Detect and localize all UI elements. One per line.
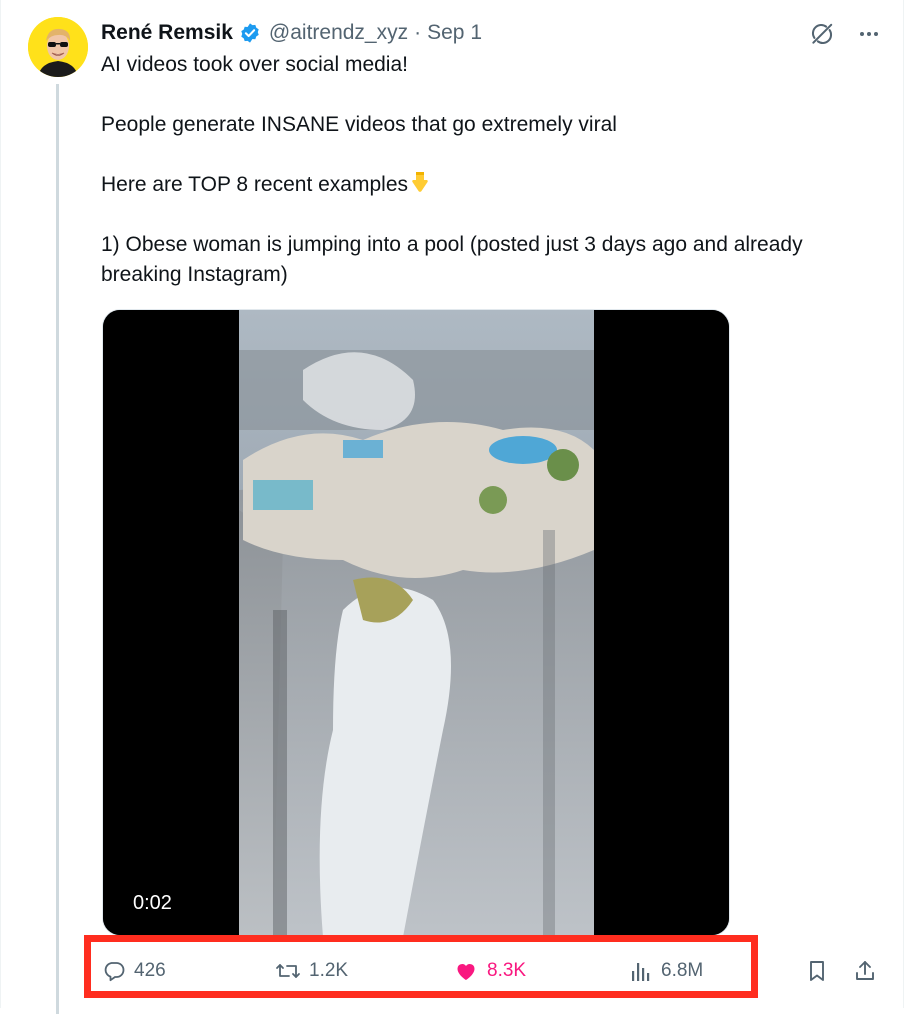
repost-button[interactable]: 1.2K: [275, 950, 348, 992]
author-handle[interactable]: @aitrendz_xyz: [269, 21, 408, 45]
reply-count: 426: [134, 960, 166, 981]
right-action-icons: [805, 950, 877, 992]
repost-icon: [275, 959, 301, 983]
tweet-header: René Remsik @aitrendz_xyz · Sep 1: [101, 19, 482, 47]
repost-count: 1.2K: [309, 960, 349, 981]
top-right-icons: [809, 19, 881, 49]
like-count: 8.3K: [487, 960, 527, 981]
thread-line: [56, 84, 59, 1014]
grok-icon[interactable]: [809, 21, 835, 47]
views-button[interactable]: 6.8M: [631, 950, 703, 992]
share-icon[interactable]: [853, 959, 877, 983]
more-icon[interactable]: [857, 22, 881, 46]
tweet-paragraph: Here are TOP 8 recent examples: [101, 170, 881, 200]
reply-button[interactable]: 426: [102, 950, 166, 992]
separator-dot: ·: [414, 21, 422, 44]
tweet-paragraph: 1) Obese woman is jumping into a pool (p…: [101, 233, 803, 286]
pointing-down-emoji-icon: [408, 170, 432, 194]
post-date[interactable]: Sep 1: [427, 21, 482, 45]
reply-icon: [102, 959, 126, 983]
action-bar: 426 1.2K 8.3K 6.8M: [102, 950, 730, 992]
tweet-paragraph: People generate INSANE videos that go ex…: [101, 113, 617, 136]
avatar-image: [28, 17, 88, 77]
tweet-paragraph: AI videos took over social media!: [101, 53, 408, 76]
views-count: 6.8M: [661, 960, 704, 981]
video-player[interactable]: 0:02: [102, 309, 730, 936]
verified-badge-icon: [239, 22, 261, 44]
video-thumbnail: [103, 310, 729, 935]
tweet-paragraph-text: Here are TOP 8 recent examples: [101, 173, 408, 196]
heart-icon: [453, 959, 479, 983]
author-name[interactable]: René Remsik: [101, 21, 233, 45]
tweet-text: AI videos took over social media! People…: [101, 50, 881, 290]
tweet: René Remsik @aitrendz_xyz · Sep 1 AI vid…: [0, 0, 904, 1014]
views-icon: [631, 959, 653, 983]
bookmark-icon[interactable]: [805, 959, 829, 983]
like-button[interactable]: 8.3K: [453, 950, 526, 992]
video-timestamp: 0:02: [133, 892, 172, 914]
avatar[interactable]: [28, 17, 88, 77]
